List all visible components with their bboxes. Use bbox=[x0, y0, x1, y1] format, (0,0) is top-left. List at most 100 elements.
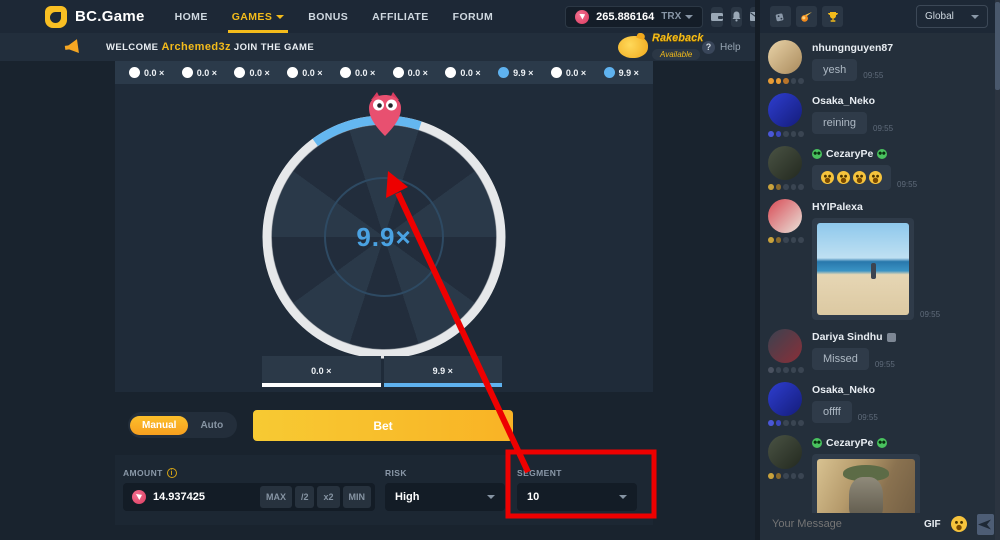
laugh-emoji-icon bbox=[869, 171, 882, 184]
message-timestamp: 09:55 bbox=[858, 413, 878, 423]
history-result-badge[interactable]: 0.0 × bbox=[234, 67, 269, 78]
top-navbar: BC.Game HOME GAMES BONUS AFFILIATE FORUM 265… bbox=[0, 0, 760, 33]
history-result-badge[interactable]: 0.0 × bbox=[129, 67, 164, 78]
nav-link-forum[interactable]: FORUM bbox=[453, 0, 494, 33]
chat-bubble-image[interactable] bbox=[812, 218, 914, 320]
auto-mode-button[interactable]: Auto bbox=[188, 416, 235, 435]
amount-div2-button[interactable]: /2 bbox=[295, 486, 315, 508]
trophy-icon-button[interactable] bbox=[822, 6, 843, 27]
chat-message-list[interactable]: nhungnguyen87yesh09:55Osaka_Nekoreining0… bbox=[760, 36, 994, 513]
chat-region-select[interactable]: Global bbox=[916, 5, 988, 28]
beach-image[interactable] bbox=[817, 223, 909, 315]
brand-name: BC.Game bbox=[75, 8, 145, 25]
risk-select[interactable]: High bbox=[385, 483, 505, 511]
history-result-badge[interactable]: 0.0 × bbox=[445, 67, 480, 78]
nav-link-home[interactable]: HOME bbox=[175, 0, 208, 33]
nav-link-bonus[interactable]: BONUS bbox=[308, 0, 348, 33]
user-medals bbox=[768, 78, 804, 84]
legend-label: 9.9 × bbox=[433, 366, 453, 376]
alien-emoji-icon bbox=[877, 149, 887, 159]
chat-bubble-image[interactable] bbox=[812, 454, 920, 513]
laugh-emoji-icon bbox=[837, 171, 850, 184]
segment-select[interactable]: 10 bbox=[517, 483, 637, 511]
amount-mul2-button[interactable]: x2 bbox=[317, 486, 339, 508]
result-dot-icon bbox=[393, 67, 404, 78]
brand-logo[interactable]: BC.Game bbox=[0, 6, 145, 28]
chevron-down-icon bbox=[619, 495, 627, 499]
amount-MIN-button[interactable]: MIN bbox=[343, 486, 372, 508]
avatar[interactable] bbox=[768, 40, 802, 74]
avatar[interactable] bbox=[768, 382, 802, 416]
result-multiplier: 0.0 × bbox=[249, 68, 269, 78]
chat-input-bar: GIF bbox=[760, 513, 1000, 540]
info-icon[interactable]: i bbox=[167, 468, 177, 478]
history-result-badge[interactable]: 0.0 × bbox=[287, 67, 322, 78]
nav-link-games[interactable]: GAMES bbox=[232, 0, 285, 33]
cat-image[interactable] bbox=[817, 459, 915, 513]
chat-username[interactable]: HYIPalexa bbox=[812, 201, 994, 213]
welcome-banner: WELCOME Archemed3z JOIN THE GAME Rakebac… bbox=[0, 33, 760, 61]
medal-icon bbox=[798, 420, 804, 426]
medal-icon bbox=[768, 237, 774, 243]
medal-icon bbox=[768, 78, 774, 84]
chat-username[interactable]: nhungnguyen87 bbox=[812, 42, 994, 54]
help-button[interactable]: ? Help bbox=[702, 33, 741, 61]
amount-input[interactable]: 14.937425 MAX/2x2MIN bbox=[123, 483, 375, 511]
chevron-down-icon bbox=[276, 15, 284, 19]
chat-scrollbar[interactable] bbox=[995, 0, 1000, 540]
gif-button[interactable]: GIF bbox=[924, 519, 941, 530]
balance-pill[interactable]: 265.886164 TRX bbox=[565, 6, 703, 28]
chat-username[interactable]: Dariya Sindhu bbox=[812, 331, 994, 343]
legend-item[interactable]: 9.9 × bbox=[384, 356, 503, 383]
nav-link-affiliate[interactable]: AFFILIATE bbox=[372, 0, 428, 33]
chat-username[interactable]: CezaryPe bbox=[812, 148, 994, 160]
avatar[interactable] bbox=[768, 435, 802, 469]
history-result-badge[interactable]: 0.0 × bbox=[393, 67, 428, 78]
medal-icon bbox=[791, 78, 797, 84]
chat-username[interactable]: Osaka_Neko bbox=[812, 384, 994, 396]
fireball-icon-button[interactable] bbox=[796, 6, 817, 27]
history-result-badge[interactable]: 0.0 × bbox=[182, 67, 217, 78]
medal-icon bbox=[776, 184, 782, 190]
avatar[interactable] bbox=[768, 199, 802, 233]
manual-mode-button[interactable]: Manual bbox=[130, 416, 188, 435]
piggy-bank-icon bbox=[618, 36, 648, 58]
chat-username[interactable]: CezaryPe bbox=[812, 437, 994, 449]
chat-message: CezaryPe09:55 bbox=[768, 146, 994, 190]
chat-message-input[interactable] bbox=[772, 518, 914, 530]
user-medals bbox=[768, 473, 804, 479]
chat-bubble: Missed bbox=[812, 348, 869, 370]
avatar[interactable] bbox=[768, 93, 802, 127]
chat-bubble: offff bbox=[812, 401, 852, 423]
medal-icon bbox=[783, 78, 789, 84]
message-timestamp: 09:55 bbox=[920, 310, 940, 320]
laugh-emoji-icon bbox=[821, 171, 834, 184]
history-result-badge[interactable]: 0.0 × bbox=[551, 67, 586, 78]
history-result-badge[interactable]: 0.0 × bbox=[340, 67, 375, 78]
games-shortcut-button[interactable] bbox=[770, 6, 791, 27]
chat-panel: Global nhungnguyen87yesh09:55Osaka_Nekor… bbox=[760, 0, 1000, 540]
owl-mascot-icon bbox=[363, 90, 407, 138]
medal-icon bbox=[776, 367, 782, 373]
medal-icon bbox=[776, 473, 782, 479]
medal-icon bbox=[791, 473, 797, 479]
avatar[interactable] bbox=[768, 329, 802, 363]
medal-icon bbox=[768, 184, 774, 190]
wallet-button[interactable] bbox=[711, 7, 723, 27]
legend-item[interactable]: 0.0 × bbox=[262, 356, 381, 383]
welcome-message: WELCOME Archemed3z JOIN THE GAME bbox=[106, 41, 314, 53]
chat-username[interactable]: Osaka_Neko bbox=[812, 95, 994, 107]
emoji-picker-button[interactable] bbox=[951, 516, 967, 532]
rakeback-widget[interactable]: Rakeback Available bbox=[618, 33, 703, 61]
segment-value: 10 bbox=[527, 491, 539, 503]
send-button[interactable] bbox=[977, 514, 994, 535]
currency-selector[interactable]: TRX bbox=[661, 11, 693, 22]
notifications-button[interactable] bbox=[731, 7, 742, 27]
result-dot-icon bbox=[445, 67, 456, 78]
history-result-badge[interactable]: 9.9 × bbox=[498, 67, 533, 78]
history-result-badge[interactable]: 9.9 × bbox=[604, 67, 639, 78]
amount-MAX-button[interactable]: MAX bbox=[260, 486, 292, 508]
avatar[interactable] bbox=[768, 146, 802, 180]
trx-coin-icon bbox=[575, 10, 589, 24]
bet-button[interactable]: Bet bbox=[253, 410, 513, 441]
